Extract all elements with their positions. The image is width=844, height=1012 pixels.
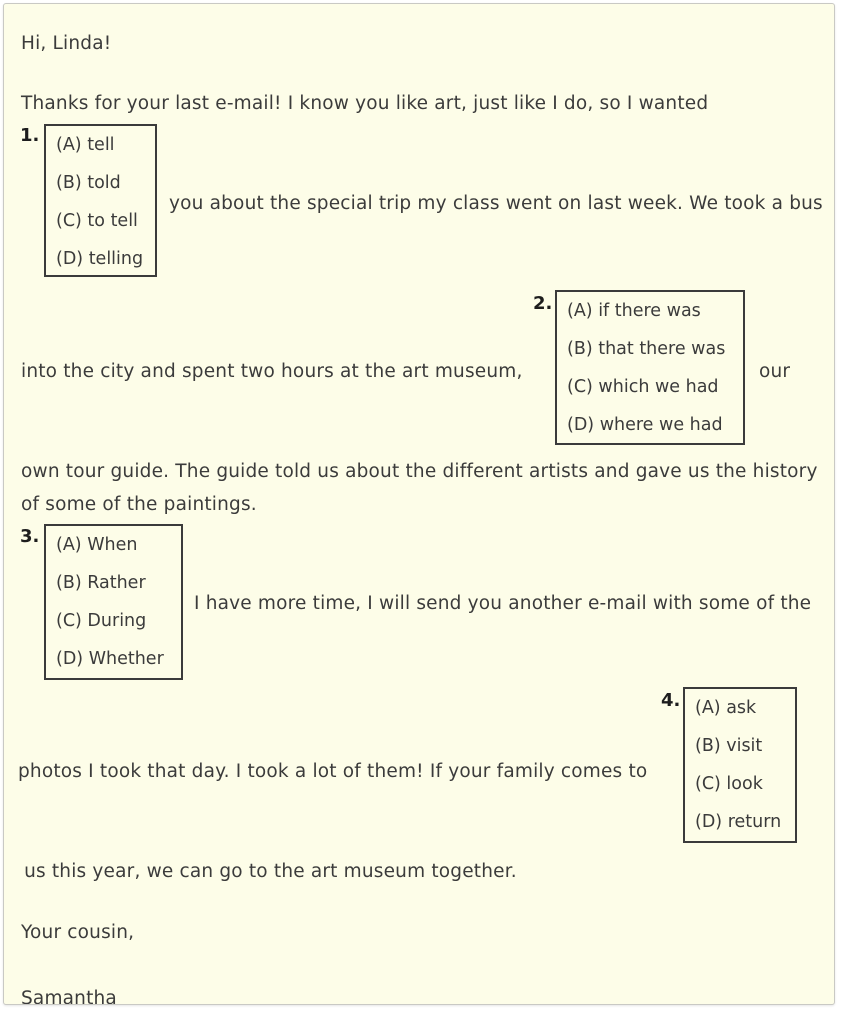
option-1-d[interactable]: (D) telling (46, 240, 155, 278)
option-box-1[interactable]: (A) tell (B) told (C) to tell (D) tellin… (44, 124, 157, 277)
passage-greeting: Hi, Linda! (21, 33, 112, 54)
option-box-3[interactable]: (A) When (B) Rather (C) During (D) Wheth… (44, 524, 183, 680)
passage-line-1: Thanks for your last e-mail! I know you … (21, 93, 709, 114)
option-2-a[interactable]: (A) if there was (557, 292, 743, 330)
option-4-c[interactable]: (C) look (685, 765, 795, 803)
question-number-1: 1. (20, 125, 40, 146)
question-number-3: 3. (20, 526, 40, 547)
passage-line-4: own tour guide. The guide told us about … (21, 461, 818, 482)
question-number-4: 4. (661, 690, 681, 711)
passage-signature: Samantha (21, 988, 117, 1005)
option-1-c[interactable]: (C) to tell (46, 202, 155, 240)
passage-line-6: I have more time, I will send you anothe… (194, 593, 812, 614)
passage-closing: Your cousin, (21, 922, 135, 943)
passage-line-8: us this year, we can go to the art museu… (18, 861, 517, 882)
passage-line-3-tail: our (759, 361, 791, 382)
option-box-2[interactable]: (A) if there was (B) that there was (C) … (555, 290, 745, 445)
option-4-b[interactable]: (B) visit (685, 727, 795, 765)
option-box-4[interactable]: (A) ask (B) visit (C) look (D) return (683, 687, 797, 843)
option-4-a[interactable]: (A) ask (685, 689, 795, 727)
passage-line-7: photos I took that day. I took a lot of … (18, 761, 648, 782)
passage-line-5: of some of the paintings. (21, 494, 257, 515)
option-2-b[interactable]: (B) that there was (557, 330, 743, 368)
option-3-d[interactable]: (D) Whether (46, 640, 181, 678)
option-3-a[interactable]: (A) When (46, 526, 181, 564)
option-1-b[interactable]: (B) told (46, 164, 155, 202)
option-4-d[interactable]: (D) return (685, 803, 795, 841)
option-3-b[interactable]: (B) Rather (46, 564, 181, 602)
option-3-c[interactable]: (C) During (46, 602, 181, 640)
passage-line-2: you about the special trip my class went… (169, 193, 823, 214)
passage-line-3: into the city and spent two hours at the… (21, 361, 523, 382)
option-2-d[interactable]: (D) where we had (557, 406, 743, 444)
option-2-c[interactable]: (C) which we had (557, 368, 743, 406)
question-number-2: 2. (533, 293, 553, 314)
option-1-a[interactable]: (A) tell (46, 126, 155, 164)
passage-card: Hi, Linda! Thanks for your last e-mail! … (3, 3, 835, 1005)
